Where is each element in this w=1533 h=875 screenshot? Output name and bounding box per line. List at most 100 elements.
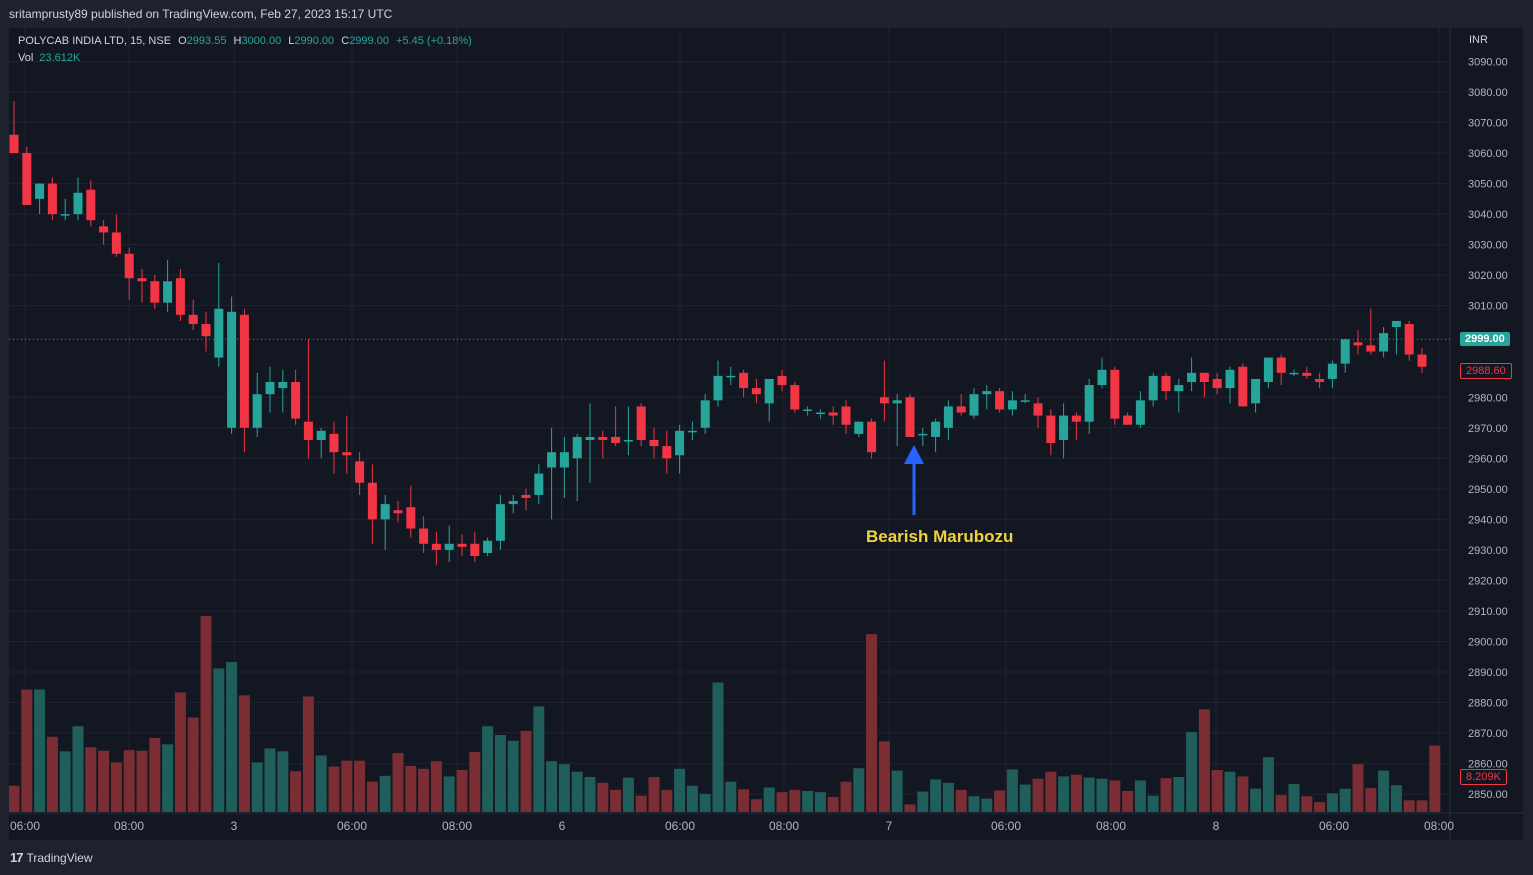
- symbol-name[interactable]: POLYCAB INDIA LTD, 15, NSE: [18, 35, 171, 47]
- candle-body: [892, 400, 902, 404]
- currency-label[interactable]: INR: [1469, 34, 1488, 46]
- candle-body: [1187, 372, 1197, 382]
- volume-bar: [418, 768, 430, 812]
- volume-bar: [34, 689, 46, 812]
- volume-bar: [443, 776, 455, 812]
- volume-bar: [123, 750, 135, 812]
- change-value: +5.45 (+0.18%): [396, 35, 472, 47]
- candle-body: [1251, 378, 1261, 404]
- volume-bar: [610, 789, 622, 812]
- candle-body: [86, 189, 96, 221]
- candle-body: [611, 436, 621, 444]
- time-tick-label: 08:00: [769, 819, 799, 833]
- volume-bar: [251, 762, 263, 812]
- close-label: C: [341, 35, 350, 47]
- candle-body: [534, 473, 544, 495]
- volume-bar: [930, 779, 942, 812]
- volume-bar: [162, 744, 174, 812]
- time-tick-label: 06:00: [665, 819, 695, 833]
- candle-body: [291, 382, 301, 419]
- candle-body: [1084, 385, 1094, 422]
- candle-body: [1161, 375, 1171, 392]
- volume-bar: [277, 751, 289, 812]
- candle-body: [854, 421, 864, 434]
- candle-body: [1353, 342, 1363, 346]
- last-volume-tag: 8.209K: [1460, 769, 1507, 785]
- volume-bar: [379, 775, 391, 812]
- candle-body: [1340, 339, 1350, 364]
- volume-bar: [1122, 791, 1134, 812]
- candle-body: [47, 183, 57, 215]
- volume-bar: [1058, 776, 1070, 812]
- candle-body: [22, 153, 32, 205]
- volume-bar: [955, 789, 967, 812]
- close-value: 2999.00: [349, 35, 389, 47]
- volume-bar: [1032, 778, 1044, 812]
- candle-body: [431, 543, 441, 550]
- volume-bar: [328, 766, 340, 812]
- candle-body: [1276, 357, 1286, 373]
- candle-body: [342, 452, 352, 456]
- volume-bar: [1160, 778, 1172, 812]
- volume-bar: [238, 695, 250, 812]
- candle-body: [969, 394, 979, 416]
- chart-area[interactable]: 3090.00 3080.00 3070.00 3060.00 3050.00 3040.…: [9, 28, 1523, 840]
- candle-body: [1327, 363, 1337, 379]
- candle-body: [521, 494, 531, 498]
- candle-body: [111, 232, 121, 254]
- price-tick-label: 2870.00: [1468, 728, 1508, 740]
- candle-body: [905, 397, 915, 437]
- volume-bar: [392, 753, 404, 812]
- candle-body: [419, 528, 429, 544]
- volume-bar: [994, 790, 1006, 812]
- volume-bar: [1134, 780, 1146, 812]
- tradingview-logo[interactable]: 17 TradingView: [10, 850, 93, 865]
- annotation-arrow-icon: [904, 445, 924, 464]
- volume-bar: [917, 791, 929, 812]
- volume-bar: [942, 782, 954, 812]
- price-tick-label: 2850.00: [1468, 789, 1508, 801]
- time-tick-label: 3: [231, 819, 238, 833]
- volume-bar: [213, 668, 225, 812]
- volume-bar: [878, 741, 890, 812]
- volume-bar: [507, 740, 519, 812]
- candle-body: [150, 281, 160, 303]
- price-tick-label: 2920.00: [1468, 575, 1508, 587]
- volume-bar: [686, 785, 698, 812]
- time-tick-label: 8: [1213, 819, 1220, 833]
- candle-body: [739, 372, 749, 389]
- price-tick-label: 2950.00: [1468, 484, 1508, 496]
- volume-bar: [699, 793, 711, 812]
- candle-body: [828, 412, 838, 416]
- candle-body: [1289, 372, 1299, 375]
- candle-body: [9, 134, 19, 154]
- candle-body: [265, 382, 275, 395]
- volume-bar: [136, 750, 148, 812]
- volume-bar: [981, 798, 993, 812]
- candle-body: [163, 281, 173, 303]
- annotation-label[interactable]: Bearish Marubozu: [866, 527, 1013, 547]
- candle-body: [1135, 400, 1145, 425]
- volume-bar: [1006, 769, 1018, 812]
- volume-bar: [482, 726, 494, 812]
- volume-bar: [1288, 784, 1300, 812]
- volume-bar: [891, 770, 903, 812]
- price-tick-label: 2900.00: [1468, 636, 1508, 648]
- volume-bar: [776, 792, 788, 812]
- volume-bar: [866, 634, 878, 812]
- candle-body: [303, 421, 313, 440]
- volume-bar: [264, 748, 276, 812]
- time-tick-label: 6: [559, 819, 566, 833]
- volume-bar: [814, 792, 826, 812]
- candle-body: [956, 406, 966, 413]
- volume-label[interactable]: Vol: [18, 52, 33, 64]
- candle-body: [764, 378, 774, 404]
- volume-bar: [571, 771, 583, 812]
- price-chart[interactable]: 3090.00 3080.00 3070.00 3060.00 3050.00 3040.…: [9, 28, 1523, 840]
- candle-body: [1110, 369, 1120, 419]
- open-value: 2993.55: [186, 35, 227, 47]
- volume-legend: Vol 23.612K: [18, 52, 80, 64]
- volume-bar: [1096, 778, 1108, 812]
- candle-body: [201, 324, 211, 337]
- volume-bar: [469, 751, 481, 812]
